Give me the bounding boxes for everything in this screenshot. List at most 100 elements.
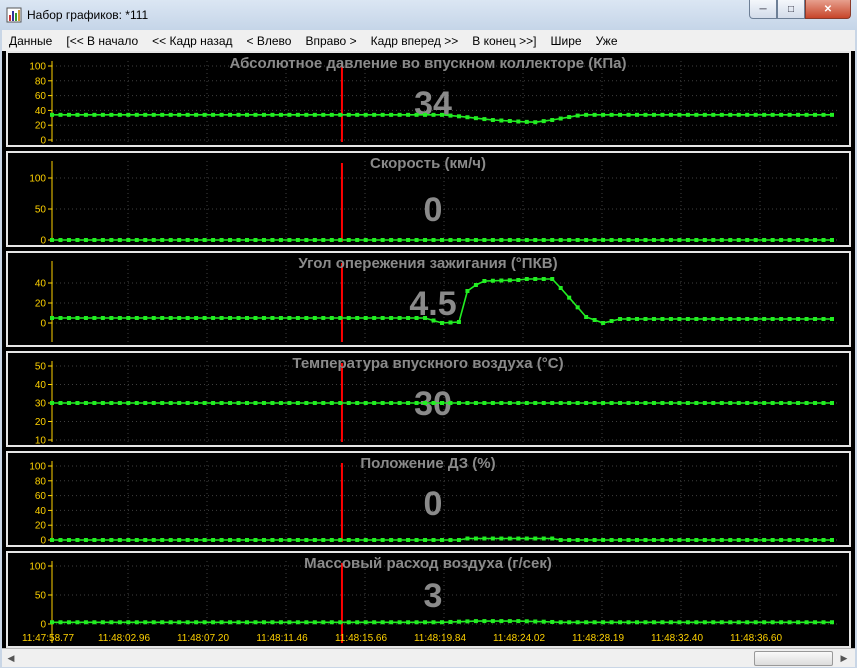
data-point (465, 536, 470, 541)
data-point (685, 317, 690, 321)
scroll-left-icon[interactable]: ◀ (5, 652, 17, 664)
chart-svg: 10 20 30 40 50 Температура впускного воздуха … (35, 355, 837, 447)
data-point (753, 238, 758, 242)
data-point (719, 620, 724, 625)
y-tick-label: 40 (35, 279, 47, 290)
data-point (635, 620, 639, 625)
data-point (304, 316, 309, 320)
menu-frame-forward[interactable]: Кадр вперед >> (364, 34, 466, 48)
chart-title: Скорость (км/ч) (370, 155, 486, 172)
data-point (355, 316, 360, 320)
data-point (185, 620, 190, 625)
chart-svg: 0 20 40 60 80 100 Положение ДЗ (%) 0 (29, 455, 837, 547)
data-point (372, 620, 377, 625)
data-point (635, 112, 639, 117)
data-point (465, 238, 470, 242)
data-point (796, 620, 801, 625)
menu-narrower[interactable]: Уже (589, 34, 625, 48)
data-point (558, 116, 563, 121)
data-point (575, 401, 580, 405)
data-point (253, 401, 258, 405)
menu-wider[interactable]: Шире (544, 34, 589, 48)
data-point (245, 238, 249, 242)
data-point (58, 620, 63, 625)
data-point (202, 316, 207, 320)
data-point (490, 619, 495, 624)
chart-area: 0 20 40 60 80 100 Абсолютное давление во впуск… (2, 51, 855, 648)
data-point (236, 238, 241, 242)
data-point (363, 112, 368, 117)
data-point (211, 238, 216, 242)
data-point (533, 120, 538, 125)
scroll-right-icon[interactable]: ▶ (838, 652, 850, 664)
data-point (499, 401, 504, 405)
data-point (295, 316, 300, 320)
data-point (245, 620, 249, 625)
menu-data[interactable]: Данные (2, 34, 59, 48)
data-point (312, 112, 317, 117)
data-point (567, 401, 572, 405)
data-point (126, 401, 131, 405)
data-point (117, 238, 122, 242)
data-point (677, 538, 682, 542)
data-point (779, 238, 784, 242)
data-point (660, 238, 665, 242)
data-point (329, 112, 334, 117)
menu-frame-back[interactable]: << Кадр назад (145, 34, 239, 48)
data-point (423, 620, 428, 625)
y-tick-label: 60 (35, 491, 47, 502)
data-point (109, 316, 114, 320)
data-point (160, 112, 165, 117)
horizontal-scrollbar[interactable]: ◀ ▶ (2, 648, 855, 667)
data-point (66, 238, 71, 242)
menu-go-start[interactable]: [<< В начало (59, 34, 145, 48)
data-point (456, 114, 461, 119)
data-point (736, 317, 741, 321)
data-point (609, 319, 614, 323)
data-point (618, 112, 623, 117)
y-tick-label: 20 (35, 521, 47, 532)
data-point (762, 238, 767, 242)
data-point (380, 238, 385, 242)
close-button[interactable]: ✕ (805, 0, 851, 19)
data-point (482, 238, 487, 242)
data-point (338, 316, 343, 320)
data-point (770, 112, 775, 117)
data-point (406, 538, 411, 542)
data-point (321, 316, 326, 320)
data-point (92, 401, 97, 405)
maximize-button[interactable]: □ (777, 0, 805, 19)
data-point (796, 238, 801, 242)
data-point (219, 620, 224, 625)
data-point (702, 317, 707, 321)
chart-svg: 02040Угол опережения зажигания (°ПКВ)4.5 (35, 255, 837, 342)
menu-go-end[interactable]: В конец >>] (465, 34, 543, 48)
data-point (694, 112, 699, 117)
data-point (423, 316, 428, 320)
data-point (830, 238, 834, 242)
current-value: 3 (424, 577, 443, 615)
data-point (168, 538, 173, 542)
data-point (618, 238, 623, 242)
data-point (185, 401, 190, 405)
chart-svg: 0 50 100 Скорость (км/ч) 0 (29, 155, 837, 247)
data-point (567, 620, 572, 625)
data-point (134, 316, 139, 320)
data-point (329, 620, 334, 625)
minimize-button[interactable]: ─ (749, 0, 777, 19)
menu-right[interactable]: Вправо > (298, 34, 363, 48)
data-point (185, 538, 190, 542)
data-point (287, 620, 292, 625)
data-point (355, 538, 360, 542)
menu-left[interactable]: < Влево (240, 34, 299, 48)
data-point (126, 238, 131, 242)
data-point (194, 238, 199, 242)
data-point (702, 112, 707, 117)
x-tick-label: 11:48:11.46 (256, 633, 308, 644)
data-point (160, 620, 165, 625)
data-point (651, 401, 656, 405)
y-tick-label: 0 (40, 536, 46, 546)
scrollbar-thumb[interactable] (754, 651, 833, 666)
data-point (321, 238, 326, 242)
data-point (414, 316, 419, 320)
